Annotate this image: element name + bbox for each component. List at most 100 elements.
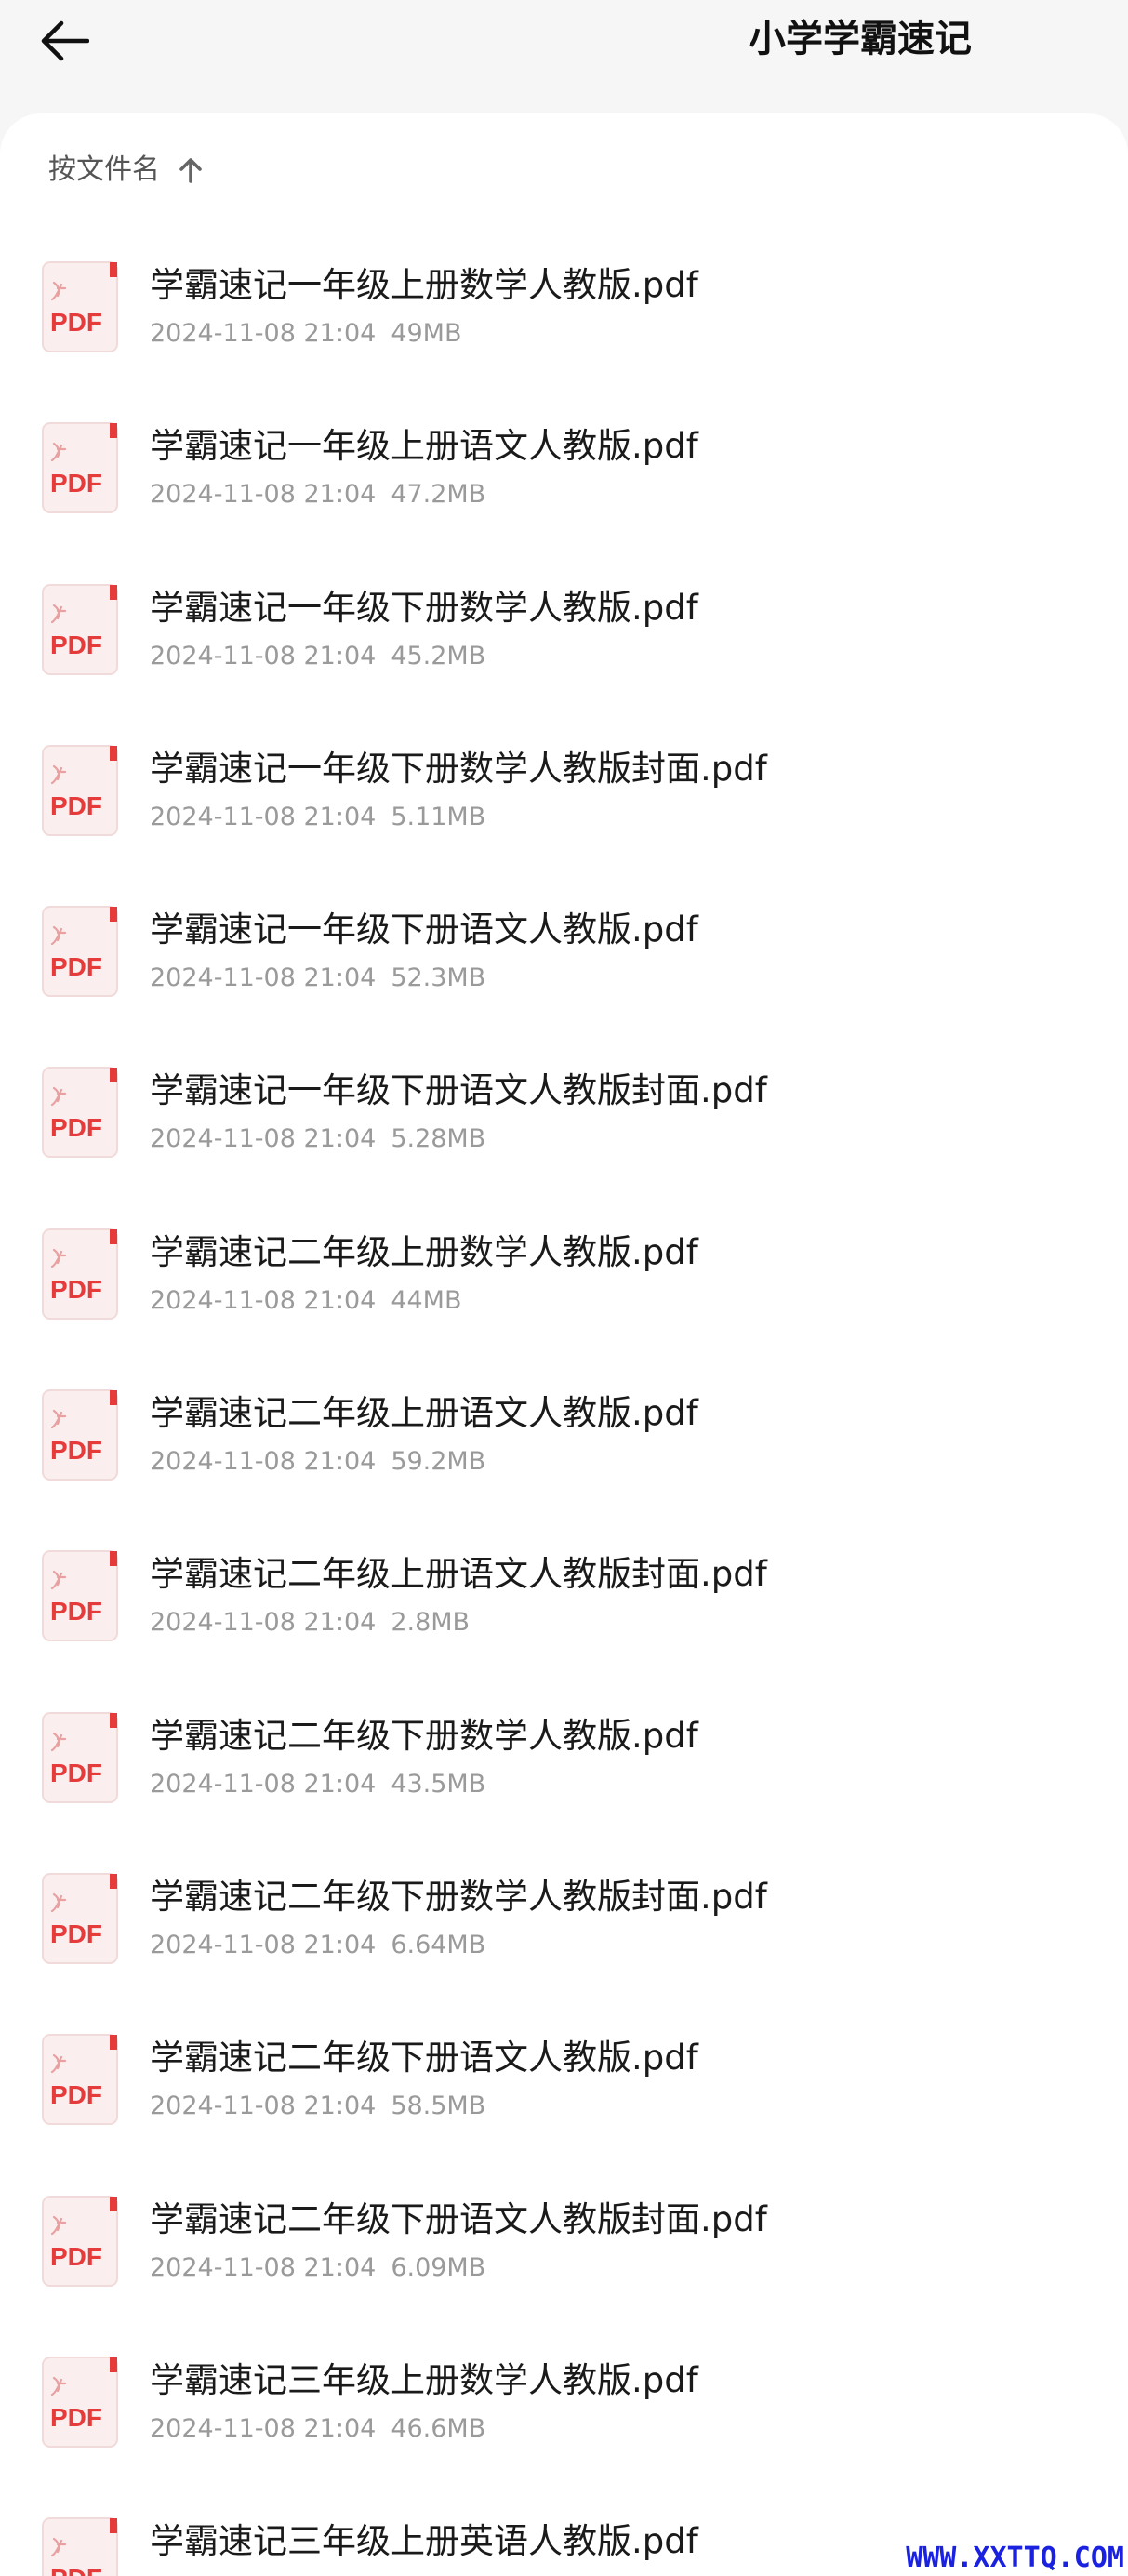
file-size: 5.28MB bbox=[391, 1124, 486, 1154]
file-size: 49MB bbox=[391, 319, 462, 348]
file-meta: 2024-11-08 21:04 59.2MB bbox=[150, 1443, 485, 1481]
file-date: 2024-11-08 21:04 bbox=[150, 1124, 377, 1154]
pdf-file-icon: PDF bbox=[41, 2195, 119, 2288]
file-meta: 2024-11-08 21:04 44MB bbox=[150, 1282, 462, 1320]
file-date: 2024-11-08 21:04 bbox=[150, 802, 377, 831]
file-size: 45.2MB bbox=[391, 641, 486, 671]
svg-text:PDF: PDF bbox=[50, 1436, 102, 1465]
file-name: 学霸速记三年级上册英语人教版.pdf bbox=[150, 2521, 698, 2562]
file-date: 2024-11-08 21:04 bbox=[150, 641, 377, 671]
file-meta: 2024-11-08 21:04 47.2MB bbox=[150, 476, 485, 513]
file-meta: 2024-11-08 21:04 6.09MB bbox=[150, 2250, 485, 2287]
file-date: 2024-11-08 21:04 bbox=[150, 1769, 377, 1799]
file-size: 44MB bbox=[391, 1285, 462, 1315]
file-name: 学霸速记二年级上册语文人教版封面.pdf bbox=[150, 1554, 767, 1595]
file-meta: 2024-11-08 21:04 46.6MB bbox=[150, 2410, 485, 2448]
file-date: 2024-11-08 21:04 bbox=[150, 2252, 377, 2282]
sort-by-name-button[interactable]: 按文件名 bbox=[48, 147, 205, 193]
svg-text:PDF: PDF bbox=[50, 1919, 102, 1948]
file-date: 2024-11-08 21:04 bbox=[150, 2413, 377, 2443]
file-list-item[interactable]: PDF 学霸速记二年级下册语文人教版封面.pdf 2024-11-08 21:0… bbox=[0, 2167, 1128, 2328]
file-list-item[interactable]: PDF 学霸速记一年级上册数学人教版.pdf 2024-11-08 21:04 4… bbox=[0, 232, 1128, 393]
file-size: 2.8MB bbox=[391, 1608, 471, 1638]
svg-text:PDF: PDF bbox=[50, 2080, 102, 2109]
file-size: 46.6MB bbox=[391, 2413, 486, 2443]
file-list-item[interactable]: PDF 学霸速记二年级下册数学人教版.pdf 2024-11-08 21:04 4… bbox=[0, 1683, 1128, 1844]
file-meta: 2024-11-08 21:04 5.28MB bbox=[150, 1121, 485, 1158]
file-list-item[interactable]: PDF 学霸速记一年级下册数学人教版.pdf 2024-11-08 21:04 4… bbox=[0, 555, 1128, 716]
file-list-item[interactable]: PDF 学霸速记一年级下册语文人教版封面.pdf 2024-11-08 21:0… bbox=[0, 1038, 1128, 1199]
pdf-file-icon: PDF bbox=[41, 2516, 119, 2576]
file-name: 学霸速记一年级下册数学人教版封面.pdf bbox=[150, 748, 767, 789]
file-list-item[interactable]: PDF 学霸速记二年级上册数学人教版.pdf 2024-11-08 21:04 4… bbox=[0, 1200, 1128, 1361]
file-list-item[interactable]: PDF 学霸速记二年级上册语文人教版.pdf 2024-11-08 21:04 5… bbox=[0, 1361, 1128, 1521]
file-list: PDF 学霸速记一年级上册数学人教版.pdf 2024-11-08 21:04 4… bbox=[0, 232, 1128, 2576]
svg-text:PDF: PDF bbox=[50, 791, 102, 820]
svg-text:PDF: PDF bbox=[50, 631, 102, 659]
back-button[interactable] bbox=[28, 4, 102, 78]
file-list-panel: 按文件名 PDF 学霸速记一年级上册数学人教版.pdf 2024-11-08 2… bbox=[0, 113, 1128, 2576]
top-bar: 小学学霸速记 bbox=[0, 0, 1128, 113]
pdf-file-icon: PDF bbox=[41, 583, 119, 676]
file-list-item[interactable]: PDF 学霸速记一年级下册语文人教版.pdf 2024-11-08 21:04 5… bbox=[0, 877, 1128, 1038]
pdf-file-icon: PDF bbox=[41, 1711, 119, 1804]
file-meta: 2024-11-08 21:04 6.64MB bbox=[150, 1927, 485, 1964]
page-title: 小学学霸速记 bbox=[749, 18, 972, 60]
pdf-file-icon: PDF bbox=[41, 1872, 119, 1965]
file-list-item[interactable]: PDF 学霸速记二年级下册语文人教版.pdf 2024-11-08 21:04 5… bbox=[0, 2005, 1128, 2166]
file-name: 学霸速记一年级上册语文人教版.pdf bbox=[150, 426, 698, 467]
file-list-item[interactable]: PDF 学霸速记二年级下册数学人教版封面.pdf 2024-11-08 21:0… bbox=[0, 1844, 1128, 2005]
file-name: 学霸速记二年级上册数学人教版.pdf bbox=[150, 1231, 698, 1272]
svg-text:PDF: PDF bbox=[50, 2403, 102, 2432]
file-date: 2024-11-08 21:04 bbox=[150, 2091, 377, 2121]
file-name: 学霸速记二年级上册语文人教版.pdf bbox=[150, 1393, 698, 1434]
file-list-item[interactable]: PDF 学霸速记二年级上册语文人教版封面.pdf 2024-11-08 21:0… bbox=[0, 1521, 1128, 1682]
file-size: 58.5MB bbox=[391, 2091, 486, 2121]
file-size: 6.64MB bbox=[391, 1930, 486, 1959]
file-date: 2024-11-08 21:04 bbox=[150, 1608, 377, 1638]
pdf-file-icon: PDF bbox=[41, 905, 119, 998]
sort-label: 按文件名 bbox=[48, 153, 160, 186]
file-name: 学霸速记二年级下册数学人教版封面.pdf bbox=[150, 1876, 767, 1917]
file-name: 学霸速记一年级下册语文人教版封面.pdf bbox=[150, 1070, 767, 1111]
file-size: 5.11MB bbox=[391, 802, 486, 831]
svg-text:PDF: PDF bbox=[50, 952, 102, 981]
file-date: 2024-11-08 21:04 bbox=[150, 480, 377, 510]
file-date: 2024-11-08 21:04 bbox=[150, 319, 377, 348]
svg-text:PDF: PDF bbox=[50, 1113, 102, 1142]
svg-text:PDF: PDF bbox=[50, 1275, 102, 1304]
svg-text:PDF: PDF bbox=[50, 2242, 102, 2271]
pdf-file-icon: PDF bbox=[41, 2356, 119, 2449]
file-size: 59.2MB bbox=[391, 1447, 486, 1477]
svg-text:PDF: PDF bbox=[50, 1759, 102, 1787]
svg-text:PDF: PDF bbox=[50, 469, 102, 498]
watermark: WWW.XXTTQ.COM bbox=[906, 2542, 1124, 2574]
file-meta: 2024-11-08 21:04 52.3MB bbox=[150, 960, 485, 997]
file-date: 2024-11-08 21:04 bbox=[150, 1930, 377, 1959]
pdf-file-icon: PDF bbox=[41, 1388, 119, 1481]
svg-text:PDF: PDF bbox=[50, 2564, 102, 2576]
file-list-item[interactable]: PDF 学霸速记一年级下册数学人教版封面.pdf 2024-11-08 21:0… bbox=[0, 716, 1128, 877]
file-browser-screen: 小学学霸速记 按文件名 PDF 学霸速记一年级上册数学人教版.pdf 2024-… bbox=[0, 0, 1128, 2576]
file-meta: 2024-11-08 21:04 5.11MB bbox=[150, 799, 485, 836]
file-size: 6.09MB bbox=[391, 2252, 486, 2282]
svg-text:PDF: PDF bbox=[50, 1597, 102, 1626]
pdf-file-icon: PDF bbox=[41, 744, 119, 837]
file-date: 2024-11-08 21:04 bbox=[150, 1285, 377, 1315]
pdf-file-icon: PDF bbox=[41, 1066, 119, 1159]
arrow-up-icon bbox=[177, 156, 205, 184]
file-meta: 2024-11-08 21:04 45.2MB bbox=[150, 638, 485, 675]
file-name: 学霸速记一年级上册数学人教版.pdf bbox=[150, 265, 698, 305]
file-name: 学霸速记一年级下册数学人教版.pdf bbox=[150, 587, 698, 628]
file-meta: 2024-11-08 21:04 bbox=[150, 2571, 391, 2576]
pdf-file-icon: PDF bbox=[41, 1228, 119, 1321]
file-meta: 2024-11-08 21:04 58.5MB bbox=[150, 2088, 485, 2125]
file-name: 学霸速记一年级下册语文人教版.pdf bbox=[150, 910, 698, 950]
file-date: 2024-11-08 21:04 bbox=[150, 963, 377, 993]
file-name: 学霸速记二年级下册语文人教版.pdf bbox=[150, 2038, 698, 2078]
arrow-left-icon bbox=[41, 20, 89, 61]
file-name: 学霸速记二年级下册语文人教版封面.pdf bbox=[150, 2198, 767, 2239]
file-list-item[interactable]: PDF 学霸速记一年级上册语文人教版.pdf 2024-11-08 21:04 4… bbox=[0, 393, 1128, 554]
file-list-item[interactable]: PDF 学霸速记三年级上册数学人教版.pdf 2024-11-08 21:04 4… bbox=[0, 2328, 1128, 2489]
file-size: 47.2MB bbox=[391, 480, 486, 510]
